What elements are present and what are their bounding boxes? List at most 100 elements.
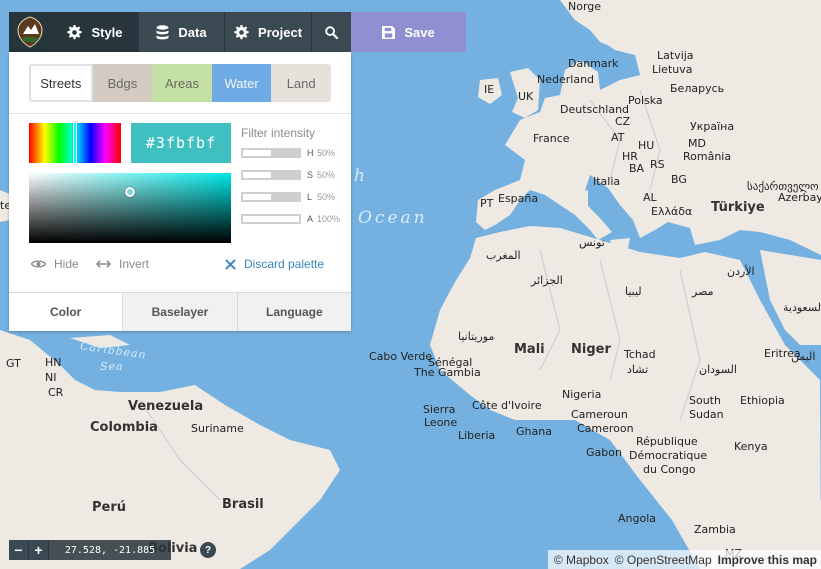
style-tab-button[interactable]: Style (51, 12, 138, 52)
filter-fill (243, 216, 299, 222)
map-label: Danmark (568, 57, 619, 70)
map-label: Cameroun (571, 408, 628, 421)
discard-palette-button[interactable]: Discard palette (225, 257, 324, 271)
map-label: PT (480, 197, 494, 210)
invert-label: Invert (119, 257, 150, 271)
filter-slider-l[interactable] (241, 192, 301, 202)
map-label: السودان (699, 363, 737, 376)
filter-fill (243, 150, 271, 156)
save-button[interactable]: Save (351, 12, 466, 52)
map-label: Polska (628, 94, 663, 107)
map-label: CZ (615, 115, 631, 128)
filter-slider-s[interactable] (241, 170, 301, 180)
map-label: Sierra (423, 403, 456, 416)
search-button[interactable] (311, 12, 351, 52)
hue-slider[interactable] (29, 122, 121, 164)
map-label: CR (48, 386, 64, 399)
map-label: BA (629, 162, 645, 175)
hue-slider-handle[interactable] (73, 122, 77, 164)
hide-button[interactable]: Hide (31, 257, 79, 271)
map-label: Venezuela (128, 399, 204, 414)
map-label: du Congo (643, 463, 696, 476)
map-label: Nederland (537, 73, 595, 86)
filter-slider-a[interactable] (241, 214, 301, 224)
map-label: Türkiye (711, 200, 765, 215)
map-label: Démocratique (629, 449, 708, 462)
map-label: The Gambia (414, 366, 481, 379)
map-label: Niger (571, 342, 611, 357)
discard-palette-label: Discard palette (244, 257, 325, 271)
map-label: Mali (514, 342, 545, 357)
color-picker-handle[interactable] (125, 187, 135, 197)
map-label: MD (688, 137, 706, 150)
map-label: BG (671, 173, 687, 186)
data-tab-button[interactable]: Data (138, 12, 224, 52)
map-label: ليبيا (625, 285, 642, 298)
map-label: Zambia (694, 523, 736, 536)
map-label: Norge (568, 0, 602, 13)
map-label: România (683, 150, 732, 163)
zoom-controls: − + 27.528, -21.885 (9, 540, 171, 560)
layer-tab-water[interactable]: Water (211, 64, 272, 102)
filter-row-saturation: S 50% (241, 169, 335, 181)
tab-baselayer[interactable]: Baselayer (122, 293, 237, 331)
filter-slider-h[interactable] (241, 148, 301, 158)
gear-icon (234, 24, 249, 39)
map-label: Leone (424, 416, 458, 429)
layer-tab-buildings[interactable]: Bdgs (92, 64, 153, 102)
filter-row-hue: H 50% (241, 147, 335, 159)
layer-tab-land[interactable]: Land (271, 64, 331, 102)
map-label: Cabo Verde (369, 350, 433, 363)
filter-row-alpha: A 100% (241, 213, 340, 225)
map-label: اليمن (791, 350, 816, 363)
map-label: Беларусь (670, 82, 725, 95)
layer-tab-areas[interactable]: Areas (152, 64, 212, 102)
close-icon (225, 258, 236, 270)
nps-logo (9, 12, 51, 52)
map-label: Latvija (657, 49, 694, 62)
swap-arrows-icon (96, 260, 111, 268)
project-tab-button[interactable]: Project (224, 12, 311, 52)
map-label: España (498, 192, 539, 205)
mapbox-attribution-link[interactable]: © Mapbox (554, 553, 609, 567)
map-label: Côte d'Ivoire (472, 399, 542, 412)
style-panel: Streets Bdgs Areas Water Land #3fbfbf Fi… (9, 52, 351, 331)
hex-color-input[interactable]: #3fbfbf (131, 123, 231, 163)
coordinate-readout: 27.528, -21.885 (49, 540, 171, 560)
improve-map-link[interactable]: Improve this map (718, 553, 817, 567)
map-label: Brasil (222, 497, 264, 512)
help-button[interactable]: ? (200, 542, 216, 558)
map-label: Tchad (624, 348, 656, 361)
invert-button[interactable]: Invert (96, 257, 149, 271)
saturation-value-picker[interactable] (29, 173, 231, 243)
map-label: Lietuva (652, 63, 693, 76)
zoom-out-button[interactable]: − (9, 540, 29, 560)
filter-value: 50% (317, 170, 336, 180)
map-label: Angola (618, 512, 657, 525)
data-tab-label: Data (178, 24, 207, 40)
filter-channel-label: A (307, 214, 314, 224)
panel-bottom-tabs: Color Baselayer Language (9, 292, 351, 331)
map-label: السعودية (783, 301, 821, 314)
filter-value: 50% (317, 148, 336, 158)
map-label: Azerbaycan (778, 191, 821, 204)
layer-tab-streets[interactable]: Streets (29, 64, 93, 102)
filter-channel-label: S (307, 170, 314, 180)
map-label: HN (45, 356, 62, 369)
project-tab-label: Project (257, 24, 303, 40)
filter-row-lightness: L 50% (241, 191, 335, 203)
style-tab-label: Style (91, 24, 123, 40)
map-label: IE (484, 83, 495, 96)
map-label: RS (650, 158, 665, 171)
tab-language[interactable]: Language (236, 293, 351, 331)
osm-attribution-link[interactable]: © OpenStreetMap (615, 553, 712, 567)
map-label: République (636, 435, 698, 448)
map-label: HU (638, 139, 655, 152)
map-label: موريتانيا (458, 330, 495, 343)
filter-fill (243, 172, 271, 178)
filter-intensity-title: Filter intensity (241, 126, 316, 140)
tab-color[interactable]: Color (9, 293, 123, 331)
zoom-in-button[interactable]: + (29, 540, 49, 560)
map-label: Italia (593, 175, 621, 188)
filter-value: 100% (317, 214, 341, 224)
